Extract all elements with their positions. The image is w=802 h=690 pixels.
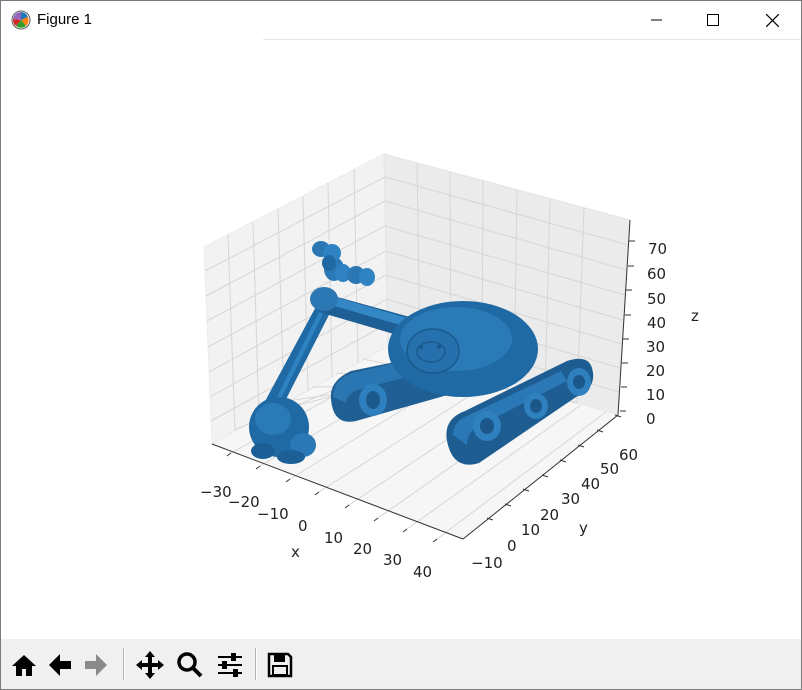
maximize-button[interactable] xyxy=(684,1,742,39)
home-button[interactable] xyxy=(7,647,41,683)
arrow-right-icon xyxy=(85,654,107,676)
close-icon xyxy=(765,13,779,27)
x-axis-label: x xyxy=(291,543,300,561)
save-button[interactable] xyxy=(263,647,297,683)
matplotlib-logo-icon xyxy=(11,10,31,30)
z-tick-label: 50 xyxy=(647,290,666,308)
z-tick-label: 30 xyxy=(646,338,665,356)
sliders-icon xyxy=(218,653,242,677)
y-tick-label: 20 xyxy=(540,506,559,524)
configure-button[interactable] xyxy=(213,647,247,683)
z-tick-label: 70 xyxy=(648,240,667,258)
x-tick-label: 0 xyxy=(298,517,308,535)
z-axis-label: z xyxy=(691,307,699,325)
y-tick-label: −10 xyxy=(471,554,503,572)
maximize-icon xyxy=(707,14,719,26)
z-tick-label: 60 xyxy=(647,265,666,283)
minimize-button[interactable] xyxy=(628,1,686,39)
home-icon xyxy=(12,655,36,676)
z-tick-label: 10 xyxy=(646,386,665,404)
back-button[interactable] xyxy=(43,647,77,683)
navigation-toolbar xyxy=(1,639,801,689)
z-tick-label: 0 xyxy=(646,410,656,428)
magnifier-icon xyxy=(177,652,203,678)
y-tick-label: 60 xyxy=(619,446,638,464)
toolbar-separator xyxy=(123,648,125,680)
z-tick-label: 20 xyxy=(646,362,665,380)
title-bar[interactable]: Figure 1 xyxy=(1,1,801,40)
x-tick-label: 40 xyxy=(413,563,432,581)
toolbar-separator xyxy=(255,648,257,680)
figure-canvas[interactable]: −30 −20 −10 0 10 20 30 40 x −10 0 10 20 … xyxy=(1,40,801,639)
close-button[interactable] xyxy=(743,1,801,39)
y-tick-label: 10 xyxy=(521,521,540,539)
arrow-left-icon xyxy=(49,654,71,676)
floppy-disk-icon xyxy=(267,652,293,678)
x-tick-label: −20 xyxy=(228,493,260,511)
zoom-button[interactable] xyxy=(173,647,207,683)
x-tick-label: 10 xyxy=(324,529,343,547)
y-tick-label: 0 xyxy=(507,537,517,555)
x-tick-label: 20 xyxy=(353,540,372,558)
minimize-icon xyxy=(651,19,662,21)
y-tick-label: 40 xyxy=(581,475,600,493)
z-tick-label: 40 xyxy=(647,314,666,332)
x-tick-label: −10 xyxy=(257,505,289,523)
window-title: Figure 1 xyxy=(37,11,93,28)
body-dome xyxy=(388,301,538,397)
x-tick-label: −30 xyxy=(200,483,232,501)
y-tick-label: 50 xyxy=(600,460,619,478)
y-tick-label: 30 xyxy=(561,490,580,508)
forward-button[interactable] xyxy=(79,647,113,683)
x-tick-label: 30 xyxy=(383,551,402,569)
y-axis-label: y xyxy=(579,519,588,537)
move-icon xyxy=(136,651,164,679)
pan-button[interactable] xyxy=(133,647,167,683)
figure-window: Figure 1 −30 −20 −10 0 10 20 30 40 x −10… xyxy=(0,0,802,690)
